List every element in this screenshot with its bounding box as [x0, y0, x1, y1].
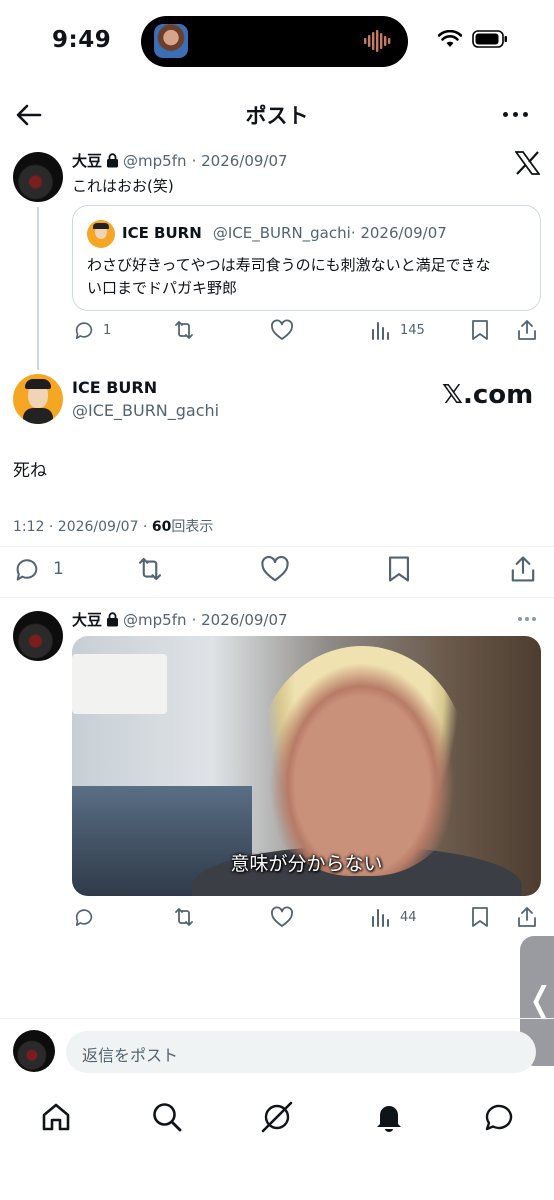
quote-text-line: い口までドパガキ野郎	[87, 279, 238, 297]
post-date: · 2026/09/07	[191, 611, 288, 629]
x-com-watermark: 𝕏.com	[442, 380, 534, 410]
post-2-actions: 44	[0, 906, 554, 932]
main-post-actions: 1	[0, 555, 554, 585]
share-icon[interactable]	[516, 906, 538, 928]
post-1-text: これはおお(笑)	[72, 177, 174, 195]
post-1-actions: 1 145	[0, 319, 554, 345]
views-button[interactable]: 145	[370, 319, 425, 341]
bookmark-icon[interactable]	[470, 906, 490, 928]
view-count: 145	[400, 322, 425, 338]
views-label: 回表示	[171, 519, 214, 535]
x-logo-icon	[515, 151, 540, 175]
bell-icon[interactable]	[372, 1100, 406, 1134]
repost-icon[interactable]	[172, 319, 196, 341]
like-icon[interactable]	[270, 906, 294, 928]
share-icon[interactable]	[516, 319, 538, 341]
status-indicators	[438, 30, 508, 48]
divider	[0, 546, 554, 547]
quoted-post[interactable]: ICE BURN @ICE_BURN_gachi· 2026/09/07 わさび…	[72, 205, 541, 311]
wifi-icon	[438, 30, 462, 47]
battery-icon	[472, 30, 507, 48]
post-media-image[interactable]: 意味が分からない	[72, 636, 541, 896]
repost-icon[interactable]	[135, 555, 165, 583]
reply-input[interactable]: 返信をポスト	[66, 1031, 536, 1073]
quote-header: ICE BURN @ICE_BURN_gachi· 2026/09/07	[122, 223, 447, 242]
views-icon	[372, 909, 389, 927]
post-metadata: 1:12 · 2026/09/07 · 60回表示	[13, 516, 213, 536]
thread-connector-line	[37, 207, 39, 370]
views-icon	[372, 322, 389, 340]
reply-count: 1	[103, 322, 112, 338]
quote-author-handle: @ICE_BURN_gachi	[212, 224, 351, 242]
status-bar: 9:49	[0, 0, 554, 80]
reply-button[interactable]: 1	[73, 319, 111, 341]
quote-author-name: ICE BURN	[122, 224, 202, 242]
like-icon[interactable]	[260, 555, 290, 583]
reply-button[interactable]: 1	[13, 555, 64, 583]
quote-text: わさび好きってやつは寿司食うのにも刺激ないと満足できな い口までドパガキ野郎	[87, 254, 491, 300]
main-post-text: 死ね	[13, 461, 47, 481]
main-author-handle[interactable]: @ICE_BURN_gachi	[72, 401, 219, 420]
views-button[interactable]: 44	[370, 906, 417, 928]
audio-wave-icon	[364, 30, 391, 52]
media-scene	[257, 646, 467, 876]
media-caption: 意味が分からない	[230, 853, 383, 875]
quote-date: · 2026/09/07	[350, 224, 447, 242]
reply-icon[interactable]	[73, 906, 95, 928]
post-1-header: 大豆 @mp5fn · 2026/09/07	[72, 150, 288, 171]
author-handle[interactable]: @mp5fn	[123, 152, 186, 170]
author-handle[interactable]: @mp5fn	[123, 611, 186, 629]
reply-icon	[16, 559, 38, 581]
lock-icon	[107, 612, 119, 627]
messages-icon[interactable]	[482, 1100, 516, 1134]
bookmark-icon[interactable]	[386, 555, 412, 583]
avatar[interactable]	[13, 611, 63, 661]
author-name[interactable]: 大豆	[72, 611, 102, 629]
quote-text-line: わさび好きってやつは寿司食うのにも刺激ないと満足できな	[87, 256, 491, 274]
quote-avatar	[87, 220, 115, 248]
bottom-nav	[0, 1088, 554, 1148]
main-author-name[interactable]: ICE BURN	[72, 378, 157, 397]
like-icon[interactable]	[270, 319, 294, 341]
post-2-header: 大豆 @mp5fn · 2026/09/07	[72, 609, 288, 630]
repost-icon[interactable]	[172, 906, 196, 928]
now-playing-artwork	[154, 24, 188, 58]
view-count: 44	[400, 909, 417, 925]
views-number: 60	[151, 519, 172, 535]
page-title: ポスト	[245, 104, 309, 128]
bookmark-icon[interactable]	[470, 319, 490, 341]
reply-bar: 返信をポスト	[0, 1018, 554, 1082]
dynamic-island[interactable]	[141, 16, 408, 67]
lock-icon	[107, 153, 119, 168]
reply-icon	[75, 322, 93, 340]
avatar[interactable]	[13, 152, 63, 202]
divider	[0, 597, 554, 598]
post-date: · 2026/09/07	[191, 152, 288, 170]
my-avatar[interactable]	[13, 1030, 55, 1072]
reply-count: 1	[53, 559, 64, 579]
main-avatar[interactable]	[13, 374, 63, 424]
media-scene	[72, 654, 167, 714]
post-header: ポスト	[0, 92, 554, 136]
post-timestamp: 1:12 · 2026/09/07 ·	[13, 519, 152, 535]
home-icon[interactable]	[39, 1100, 73, 1134]
post-2-more-icon[interactable]	[518, 617, 536, 621]
author-name[interactable]: 大豆	[72, 152, 102, 170]
status-time: 9:49	[52, 27, 112, 53]
more-icon[interactable]	[503, 112, 528, 117]
grok-icon[interactable]	[260, 1100, 294, 1134]
chevron-left-icon: ❬	[526, 980, 554, 1020]
search-icon[interactable]	[150, 1100, 184, 1134]
share-icon[interactable]	[509, 555, 537, 583]
